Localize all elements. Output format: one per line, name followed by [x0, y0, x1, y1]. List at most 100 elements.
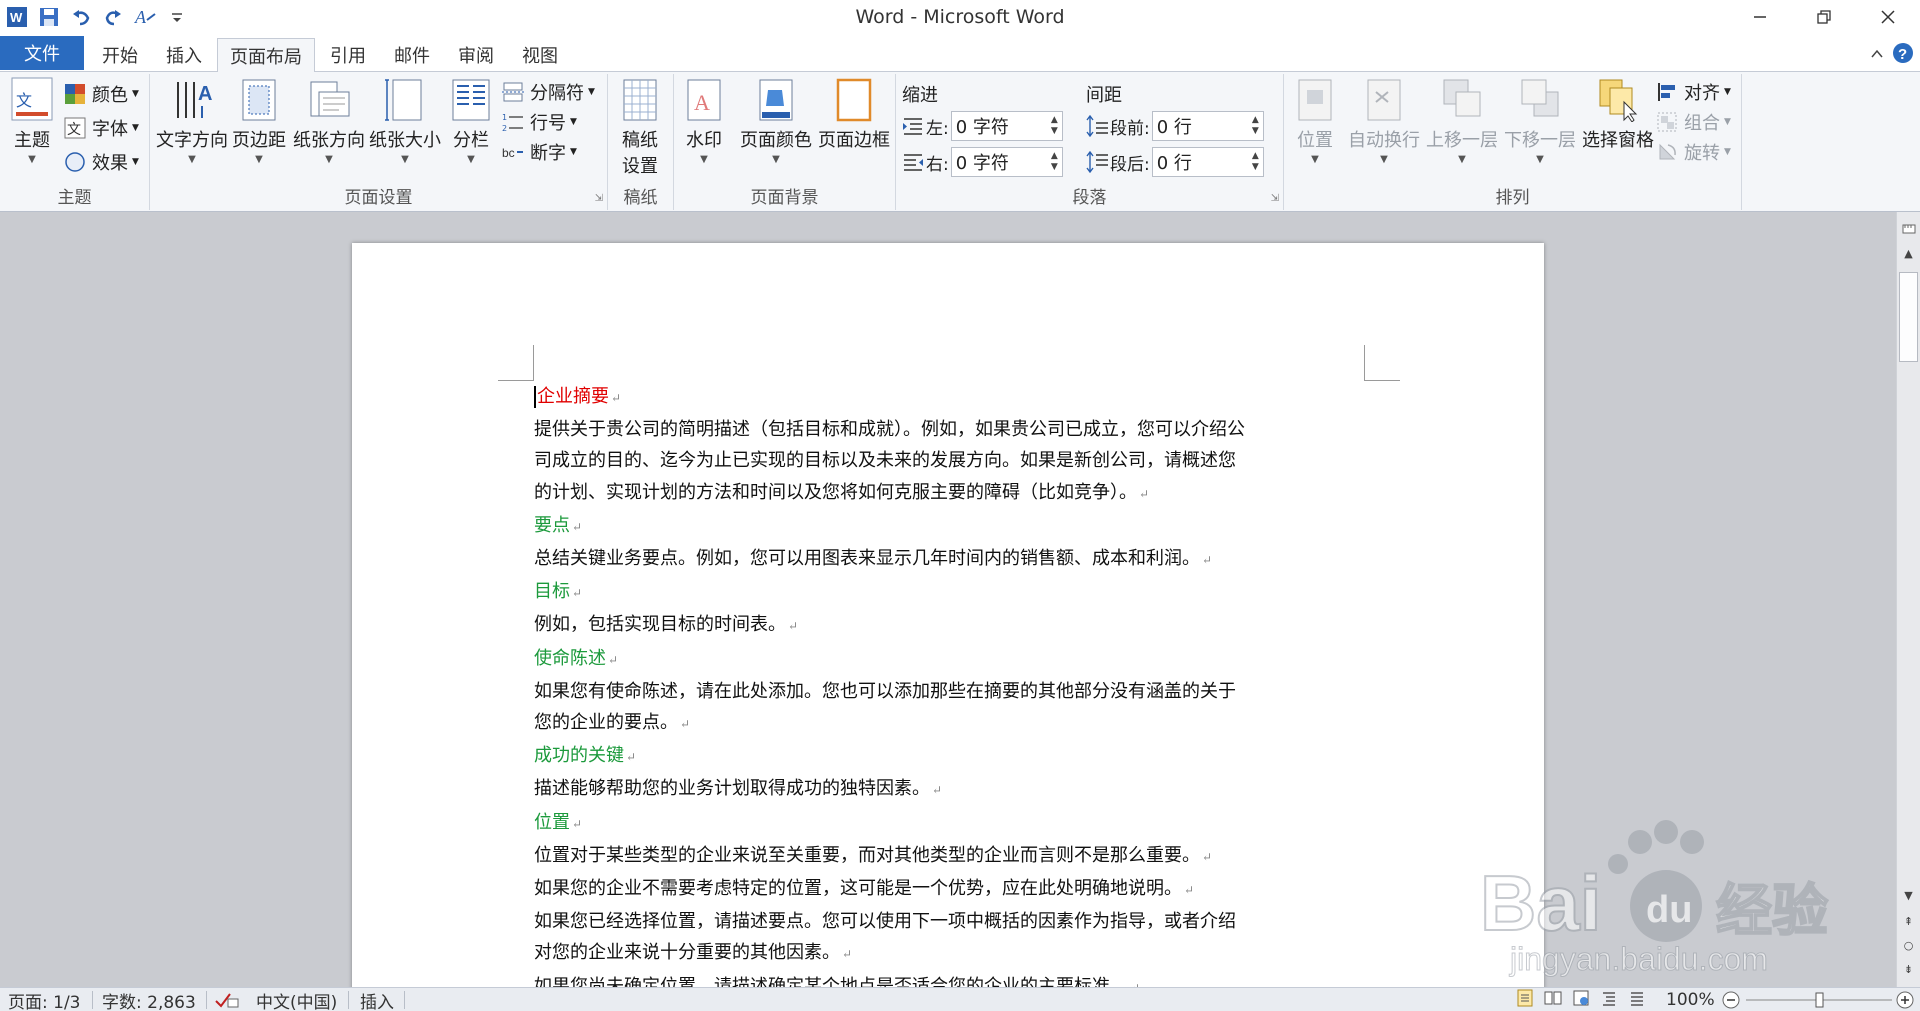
spacing-after-icon — [1086, 151, 1108, 173]
print-layout-view-icon[interactable] — [1516, 989, 1534, 1011]
watermark-button[interactable]: A 水印 ▼ — [678, 76, 730, 165]
document-body[interactable]: 企业摘要 ↵ 提供关于贵公司的简明描述（包括目标和成就）。例如，如果贵公司已成立，您… — [534, 381, 1374, 987]
language-indicator[interactable]: 中文(中国) — [256, 990, 337, 1011]
section-heading[interactable]: 位置 ↵ — [534, 807, 1374, 840]
manuscript-settings-button[interactable]: 稿纸 设置 — [614, 76, 666, 178]
text-direction-button[interactable]: A 文字方向 ▼ — [156, 76, 228, 165]
restore-button[interactable] — [1792, 0, 1856, 34]
paragraph-line[interactable]: 例如，包括实现目标的时间表。 ↵ — [534, 609, 1374, 642]
tab-file[interactable]: 文件 — [0, 36, 84, 70]
ruler-toggle-icon[interactable] — [1897, 218, 1920, 240]
paragraph-launcher-icon[interactable]: ⇲ — [1271, 193, 1279, 204]
svg-text:Bai: Bai — [1480, 859, 1601, 947]
paragraph-line[interactable]: 位置对于某些类型的企业来说至关重要，而对其他类型的企业而言则不是那么重要。 ↵ — [534, 840, 1374, 873]
spacing-before-input[interactable]: 0 行 ▲ ▼ — [1151, 111, 1264, 141]
previous-page-icon[interactable]: ⇞ — [1897, 910, 1920, 932]
page-borders-button[interactable]: 页面边框 — [816, 76, 892, 152]
hyphenation-button[interactable]: bc 断字 ▼ — [502, 138, 577, 166]
scroll-thumb[interactable] — [1899, 272, 1918, 362]
paragraph-line[interactable]: 的计划、实现计划的方法和时间以及您将如何克服主要的障碍（比如竞争）。 ↵ — [534, 477, 1374, 510]
section-heading[interactable]: 企业摘要 ↵ — [534, 381, 1374, 414]
zoom-level[interactable]: 100% — [1666, 990, 1715, 1010]
paragraph-line[interactable]: 如果您有使命陈述，请在此处添加。您也可以添加那些在摘要的其他部分没有涵盖的关于 — [534, 676, 1374, 707]
help-icon[interactable]: ? — [1892, 42, 1914, 69]
theme-colors-button[interactable]: 颜色 ▼ — [64, 80, 139, 108]
insert-mode-indicator[interactable]: 插入 — [360, 990, 394, 1011]
zoom-slider[interactable] — [1744, 990, 1894, 1010]
draft-view-icon[interactable] — [1628, 989, 1646, 1011]
line-text: 描述能够帮助您的业务计划取得成功的独特因素。 — [534, 778, 930, 800]
crop-mark-top-right — [1364, 345, 1400, 381]
next-page-icon[interactable]: ⇟ — [1897, 958, 1920, 980]
tab-mailings[interactable]: 邮件 — [384, 38, 440, 72]
paragraph-line[interactable]: 如果您尚未确定位置，请描述确定某个地点是否适合您的企业的主要标准。↵ — [534, 971, 1374, 987]
select-browse-object-icon[interactable]: ○ — [1897, 934, 1920, 956]
send-backward-button[interactable]: 下移一层 ▼ — [1502, 76, 1578, 165]
spacing-after-input[interactable]: 0 行 ▲ ▼ — [1151, 147, 1264, 177]
paragraph-line[interactable]: 如果您的企业不需要考虑特定的位置，这可能是一个优势，应在此处明确地说明。 ↵ — [534, 873, 1374, 906]
size-button[interactable]: 纸张大小 ▼ — [368, 76, 442, 165]
zoom-in-icon[interactable] — [1896, 990, 1914, 1010]
view-buttons — [1516, 989, 1646, 1011]
page-color-button[interactable]: 页面颜色 ▼ — [738, 76, 814, 165]
zoom-out-icon[interactable] — [1722, 990, 1740, 1010]
paragraph-mark-icon: ↵ — [680, 717, 691, 732]
tab-home[interactable]: 开始 — [92, 38, 148, 72]
rotate-button[interactable]: 旋转 ▼ — [1656, 138, 1731, 166]
paragraph-line[interactable]: 司成立的目的、迄今为止已实现的目标以及未来的发展方向。如果是新创公司，请概述您 — [534, 445, 1374, 476]
breaks-icon — [502, 82, 524, 102]
page-setup-launcher-icon[interactable]: ⇲ — [595, 193, 603, 204]
minimize-button[interactable] — [1728, 0, 1792, 34]
tab-review[interactable]: 审阅 — [448, 38, 504, 72]
section-heading[interactable]: 要点 ↵ — [534, 510, 1374, 543]
indent-right-input[interactable]: 0 字符 ▲ ▼ — [950, 147, 1063, 177]
themes-button[interactable]: 文 主题 ▼ — [6, 76, 58, 165]
page-count[interactable]: 页面: 1/3 — [8, 990, 81, 1011]
scroll-down-icon[interactable]: ▼ — [1897, 884, 1920, 906]
proofing-icon[interactable] — [214, 990, 240, 1010]
group-objects-button[interactable]: 组合 ▼ — [1656, 108, 1731, 136]
tab-page-layout[interactable]: 页面布局 — [217, 38, 315, 73]
paragraph-line[interactable]: 提供关于贵公司的简明描述（包括目标和成就）。例如，如果贵公司已成立，您可以介绍公 — [534, 414, 1374, 445]
minimize-ribbon-icon[interactable] — [1870, 46, 1884, 66]
breaks-button[interactable]: 分隔符 ▼ — [502, 78, 595, 106]
outline-view-icon[interactable] — [1600, 989, 1618, 1011]
wrap-text-button[interactable]: 自动换行 ▼ — [1346, 76, 1422, 165]
section-heading[interactable]: 目标 ↵ — [534, 576, 1374, 609]
paragraph-line[interactable]: 如果您已经选择位置，请描述要点。您可以使用下一项中概括的因素作为指导，或者介绍 — [534, 906, 1374, 937]
vertical-scrollbar[interactable]: ▲ ▼ ⇞ ○ ⇟ — [1896, 212, 1920, 987]
paragraph-mark-icon: ↵ — [611, 391, 622, 405]
full-screen-reading-icon[interactable] — [1544, 989, 1562, 1011]
columns-button[interactable]: 分栏 ▼ — [446, 76, 496, 165]
document-page[interactable]: 企业摘要 ↵ 提供关于贵公司的简明描述（包括目标和成就）。例如，如果贵公司已成立，您… — [352, 243, 1544, 987]
paragraph-line[interactable]: 描述能够帮助您的业务计划取得成功的独特因素。 ↵ — [534, 773, 1374, 806]
group-arrange: 位置 ▼ 自动换行 ▼ 上移一层 ▼ 下移一层 ▼ 选择窗格 对齐 ▼ 组合 ▼ 旋转 ▼ — [1284, 74, 1742, 210]
scroll-up-icon[interactable]: ▲ — [1897, 242, 1920, 264]
selection-pane-button[interactable]: 选择窗格 — [1580, 76, 1656, 152]
section-heading[interactable]: 成功的关键 ↵ — [534, 740, 1374, 773]
paragraph-line[interactable]: 总结关键业务要点。例如，您可以用图表来显示几年时间内的销售额、成本和利润。 ↵ — [534, 543, 1374, 576]
line-text: 对您的企业来说十分重要的其他因素。 — [534, 942, 840, 964]
web-layout-icon[interactable] — [1572, 989, 1590, 1011]
line-numbers-button[interactable]: 12 行号 ▼ — [502, 108, 577, 136]
paragraph-line[interactable]: 对您的企业来说十分重要的其他因素。 ↵ — [534, 937, 1374, 970]
indent-left-input[interactable]: 0 字符 ▲ ▼ — [950, 111, 1063, 141]
tab-insert[interactable]: 插入 — [156, 38, 212, 72]
line-text: 提供关于贵公司的简明描述（包括目标和成就）。例如，如果贵公司已成立，您可以介绍公 — [534, 419, 1245, 441]
position-icon — [1298, 79, 1332, 121]
align-button[interactable]: 对齐 ▼ — [1656, 78, 1731, 106]
line-numbers-icon: 12 — [502, 113, 523, 133]
theme-effects-button[interactable]: 效果 ▼ — [64, 148, 139, 176]
tab-view[interactable]: 视图 — [512, 38, 568, 72]
tab-references[interactable]: 引用 — [320, 38, 376, 72]
orientation-button[interactable]: 纸张方向 ▼ — [292, 76, 366, 165]
indent-label: 缩进 — [902, 85, 938, 106]
position-button[interactable]: 位置 ▼ — [1290, 76, 1340, 165]
bring-forward-button[interactable]: 上移一层 ▼ — [1424, 76, 1500, 165]
word-count[interactable]: 字数: 2,863 — [102, 990, 196, 1011]
theme-fonts-button[interactable]: 文 字体 ▼ — [64, 114, 139, 142]
close-button[interactable] — [1856, 0, 1920, 34]
paragraph-line[interactable]: 您的企业的要点。 ↵ — [534, 707, 1374, 740]
section-heading[interactable]: 使命陈述 ↵ — [534, 643, 1374, 676]
margins-button[interactable]: 页边距 ▼ — [230, 76, 288, 165]
